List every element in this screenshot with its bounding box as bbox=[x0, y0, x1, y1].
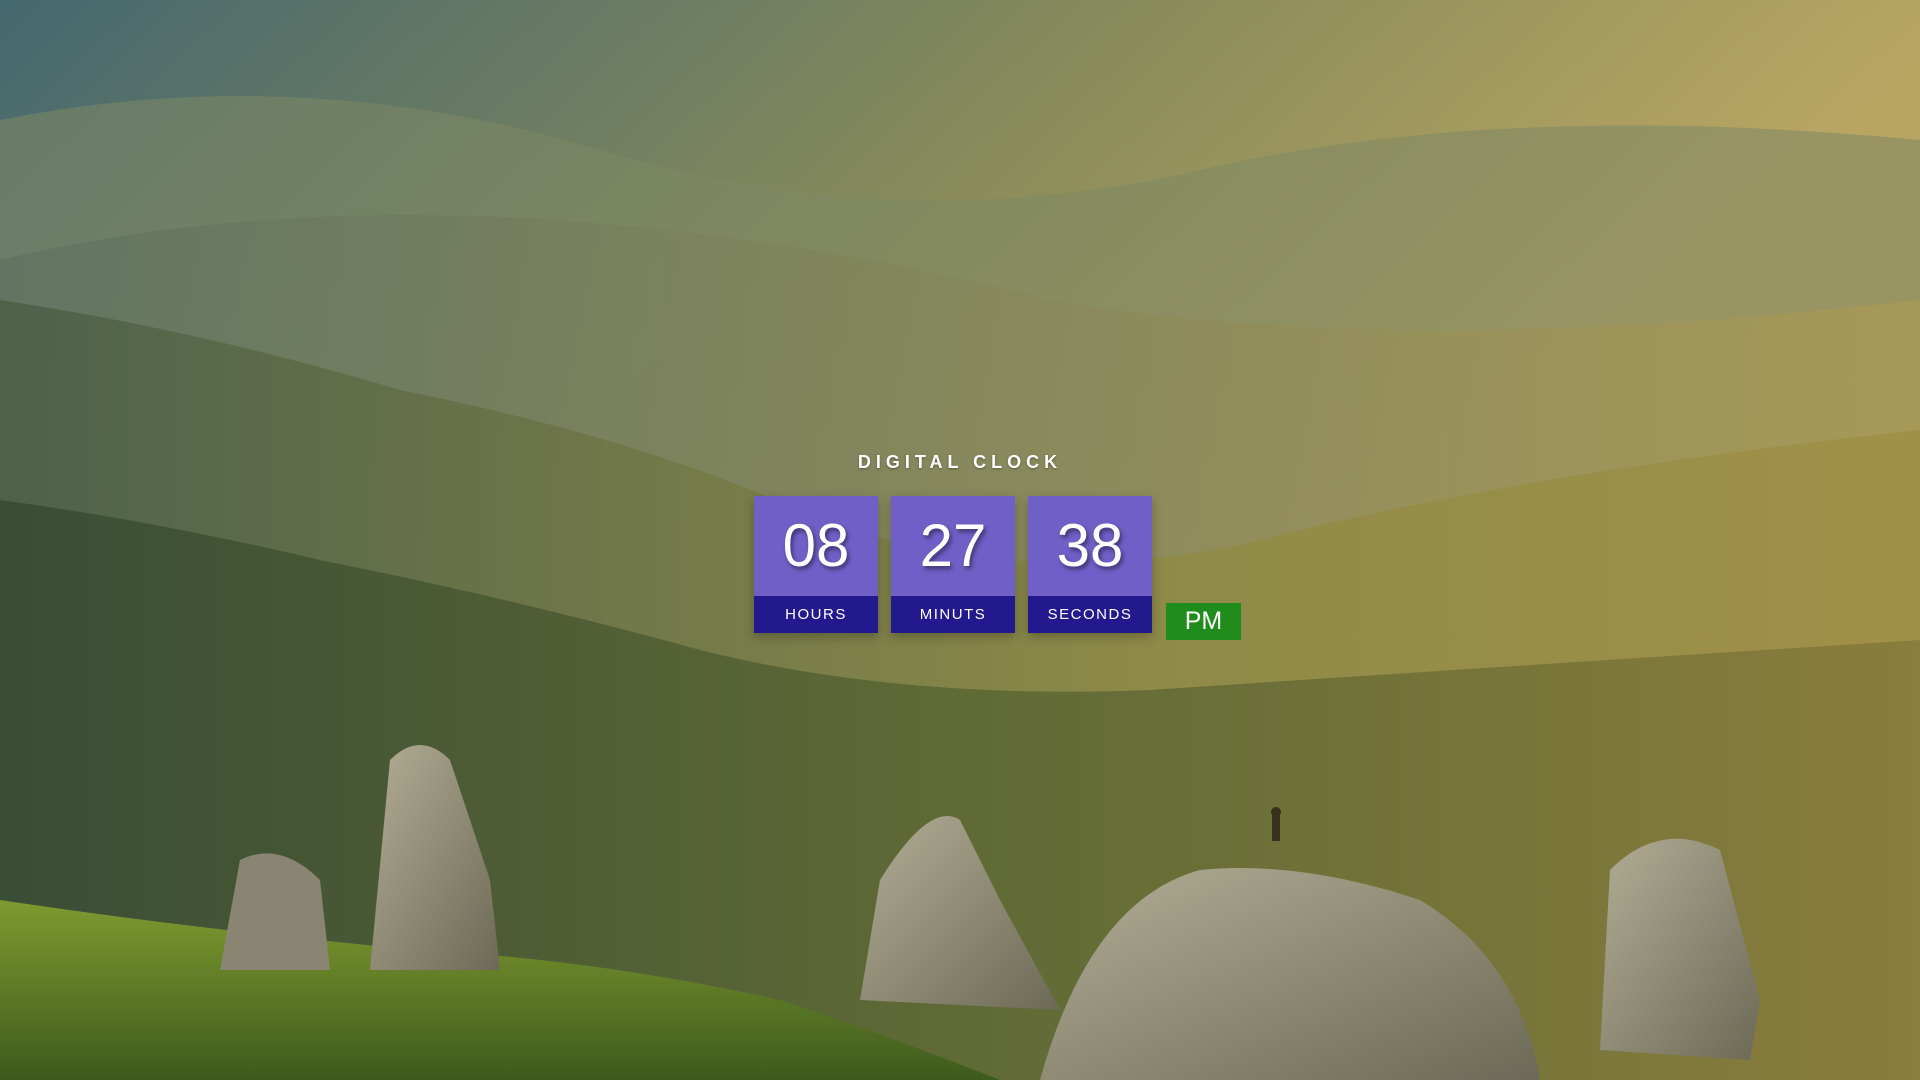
seconds-panel: 38 SECONDS bbox=[1028, 496, 1152, 633]
seconds-label: SECONDS bbox=[1028, 596, 1152, 633]
clock-units: 08 HOURS 27 MINUTS 38 SECONDS bbox=[754, 496, 1152, 633]
hours-value: 08 bbox=[754, 496, 878, 596]
am-pm-badge: PM bbox=[1166, 603, 1241, 640]
minutes-value: 27 bbox=[891, 496, 1015, 596]
minutes-label: MINUTS bbox=[891, 596, 1015, 633]
seconds-value: 38 bbox=[1028, 496, 1152, 596]
clock-title: DIGITAL CLOCK bbox=[857, 452, 1063, 472]
minutes-panel: 27 MINUTS bbox=[891, 496, 1015, 633]
desktop-background: DIGITAL CLOCK 08 HOURS 27 MINUTS 38 SECO… bbox=[0, 0, 1920, 1080]
hours-label: HOURS bbox=[754, 596, 878, 633]
hours-panel: 08 HOURS bbox=[754, 496, 878, 633]
